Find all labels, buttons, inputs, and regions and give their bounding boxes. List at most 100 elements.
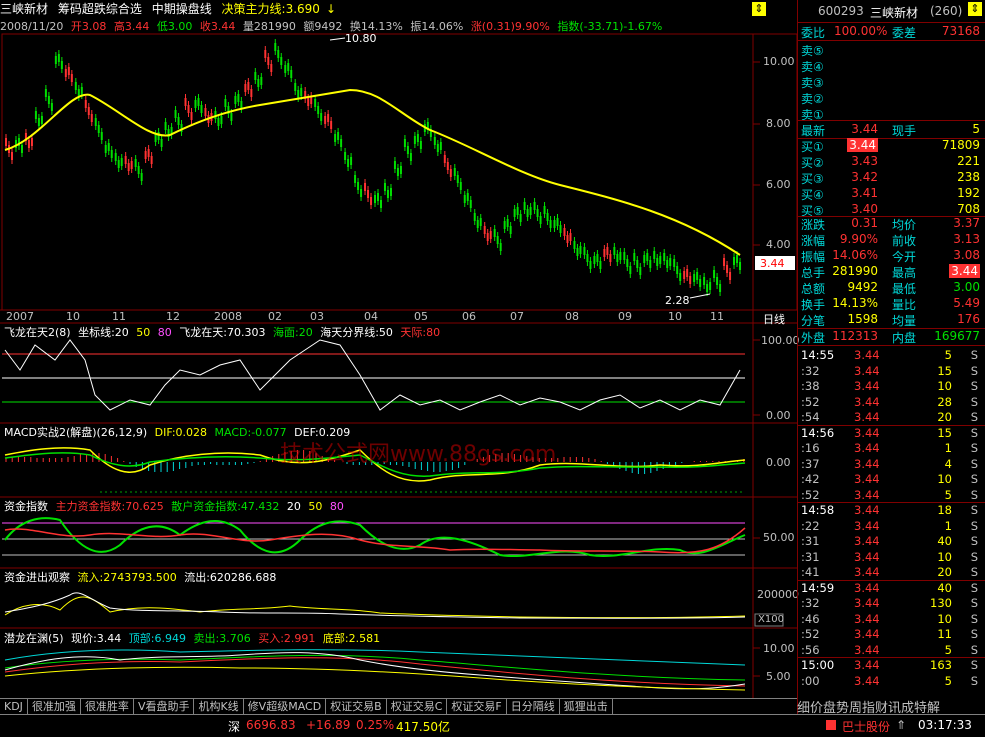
p4-scale: X100	[758, 614, 784, 625]
tick-row: :16 3.44 1 S	[801, 441, 978, 455]
tick-row: :54 3.44 20 S	[801, 410, 978, 424]
indicator-tabs: KDJ 很准加强 很准胜率 V看盘助手 机构K线 修V超级MACD 权证交易B 权证交易C 权证…	[0, 698, 797, 715]
p1-name[interactable]: 飞龙在天2(8)	[4, 326, 71, 339]
quote-panel: 600293 三峡新材 (260) ⇕ 委比 100.00% 委差 73168 …	[797, 0, 985, 720]
p2-macd: MACD:-0.077	[214, 426, 287, 439]
current-price-text: 3.44	[760, 257, 785, 270]
high-price-mark: 10.80	[345, 32, 377, 45]
tick-row: 14:55 3.44 5 S	[801, 348, 978, 362]
swap-icon[interactable]: ⇕	[968, 2, 982, 16]
alert-icon[interactable]	[826, 720, 836, 730]
tab-7[interactable]: 权证交易C	[387, 699, 448, 714]
x-label: 08	[565, 310, 579, 323]
tick-row: :52 3.44 11 S	[801, 627, 978, 641]
stat-row: 总额 9492 最低 3.00	[801, 280, 980, 296]
market-amount: 417.50亿	[396, 720, 450, 734]
x-label: 11	[710, 310, 724, 323]
p1-sky: 海天分界线:50	[320, 326, 393, 339]
p1-80: 80	[157, 326, 172, 339]
x-label: 10	[66, 310, 80, 323]
tab-3[interactable]: V看盘助手	[134, 699, 195, 714]
tick-row: :37 3.44 4 S	[801, 456, 978, 471]
tick-row: :52 3.44 5 S	[801, 487, 978, 502]
sell-row[interactable]: 卖④	[798, 58, 985, 74]
chart-canvas[interactable]: 3.44 10.80 2.28	[0, 0, 797, 698]
stat-row: 振幅 14.06% 今开 3.08	[801, 248, 980, 264]
p4-outflow: 流出:620286.688	[184, 571, 277, 584]
p3-header: 资金指数 主力资金指数:70.625 散户资金指数:47.432 20 50 8…	[4, 498, 348, 514]
p4-name[interactable]: 资金进出观察	[4, 571, 70, 584]
tick-row: :32 3.44 15 S	[801, 363, 978, 378]
buy-row[interactable]: 买④ 3.41 192	[798, 186, 985, 202]
x-label: 09	[618, 310, 632, 323]
main-fund-index-line	[4, 517, 746, 557]
x-label: 12	[166, 310, 180, 323]
quote-stock-name: 三峡新材	[870, 6, 919, 20]
y-label-4: 4.00	[766, 238, 791, 251]
p1-y-top: 100.00	[761, 334, 800, 347]
y-label-6: 6.00	[766, 178, 791, 191]
sell-row[interactable]: 卖②	[798, 90, 985, 106]
tab-0[interactable]: KDJ	[0, 699, 28, 714]
buy-row[interactable]: 买① 3.44 71809	[798, 138, 985, 154]
x-label: 04	[364, 310, 378, 323]
p1-sea: 海面:20	[273, 326, 313, 339]
tick-row: :56 3.44 5 S	[801, 642, 978, 657]
p2-name[interactable]: MACD实战2(解盘)(26,12,9)	[4, 426, 147, 439]
p1-header: 飞龙在天2(8) 坐标线:20 50 80 飞龙在天:70.303 海面:20 …	[4, 324, 444, 340]
x-label: 06	[462, 310, 476, 323]
status-bar: 深 6696.83 +16.89 0.25% 417.50亿 巴士股份 ⇑ 03…	[0, 714, 985, 737]
latest-price: 3.44	[851, 122, 878, 136]
scroll-icon[interactable]: ⇑	[896, 718, 906, 732]
sell-row[interactable]: 卖⑤	[798, 42, 985, 58]
x-label: 07	[510, 310, 524, 323]
tick-row: 14:58 3.44 18 S	[801, 503, 978, 517]
quote-title: 600293 三峡新材 (260) ⇕	[798, 2, 985, 20]
tab-10[interactable]: 狐狸出击	[560, 699, 613, 714]
p3-20: 20	[286, 500, 301, 513]
stock-code: 600293	[818, 4, 864, 18]
outer-inner-row: 外盘 112313 内盘 169677	[801, 329, 980, 345]
p3-80: 80	[329, 500, 344, 513]
p3-main: 主力资金指数:70.625	[55, 500, 164, 513]
x-label: 03	[310, 310, 324, 323]
p3-name[interactable]: 资金指数	[4, 500, 48, 513]
y-label-10: 10.00	[763, 55, 795, 68]
tab-8[interactable]: 权证交易F	[447, 699, 507, 714]
quote-count: (260)	[930, 4, 963, 18]
tab-2[interactable]: 很准胜率	[81, 699, 134, 714]
x-label: 11	[112, 310, 126, 323]
x-axis-labels: 2007 10 11 12 2008 02 03 04 05 06 07 08 09 10 11	[0, 310, 760, 323]
broker-link[interactable]: 巴士股份	[842, 718, 890, 735]
tab-1[interactable]: 很准加强	[28, 699, 81, 714]
x-label: 02	[268, 310, 282, 323]
tick-row: :46 3.44 10 S	[801, 611, 978, 626]
buy-row[interactable]: 买② 3.43 221	[798, 154, 985, 170]
tab-5[interactable]: 修V超级MACD	[244, 699, 327, 714]
stat-row: 涨跌 0.31 均价 3.37	[801, 216, 980, 232]
now-hand: 5	[972, 122, 980, 136]
p4-inflow: 流入:2743793.500	[77, 571, 177, 584]
p3-50: 50	[308, 500, 323, 513]
tick-row: :41 3.44 20 S	[801, 565, 978, 579]
watermark-text: 技术公式网www.88gs.com	[280, 442, 557, 467]
p1-fly: 飞龙在天:70.303	[179, 326, 266, 339]
p5-sell: 卖出:3.706	[193, 632, 251, 645]
market-index: 6696.83	[246, 718, 296, 732]
tick-row: :31 3.44 40 S	[801, 534, 978, 548]
weibi-value: 100.00%	[834, 24, 888, 38]
period-label[interactable]: 日线	[763, 311, 785, 327]
p5-name[interactable]: 潜龙在渊(5)	[4, 632, 64, 645]
buy-row[interactable]: 买③ 3.42 238	[798, 170, 985, 186]
weicha-value: 73168	[941, 24, 980, 38]
news-marquee[interactable]: 细价盘势周指财讯成特解	[797, 697, 985, 714]
tab-6[interactable]: 权证交易B	[326, 699, 387, 714]
p5-y-top: 10.00	[763, 642, 795, 655]
tab-9[interactable]: 日分隔线	[507, 699, 560, 714]
tab-4[interactable]: 机构K线	[194, 699, 244, 714]
p1-flying-dragon-line	[4, 339, 741, 411]
inner-volume: 169677	[934, 329, 980, 343]
x-label: 2008	[214, 310, 242, 323]
sell-row[interactable]: 卖③	[798, 74, 985, 90]
tick-row: :32 3.44 130 S	[801, 596, 978, 610]
